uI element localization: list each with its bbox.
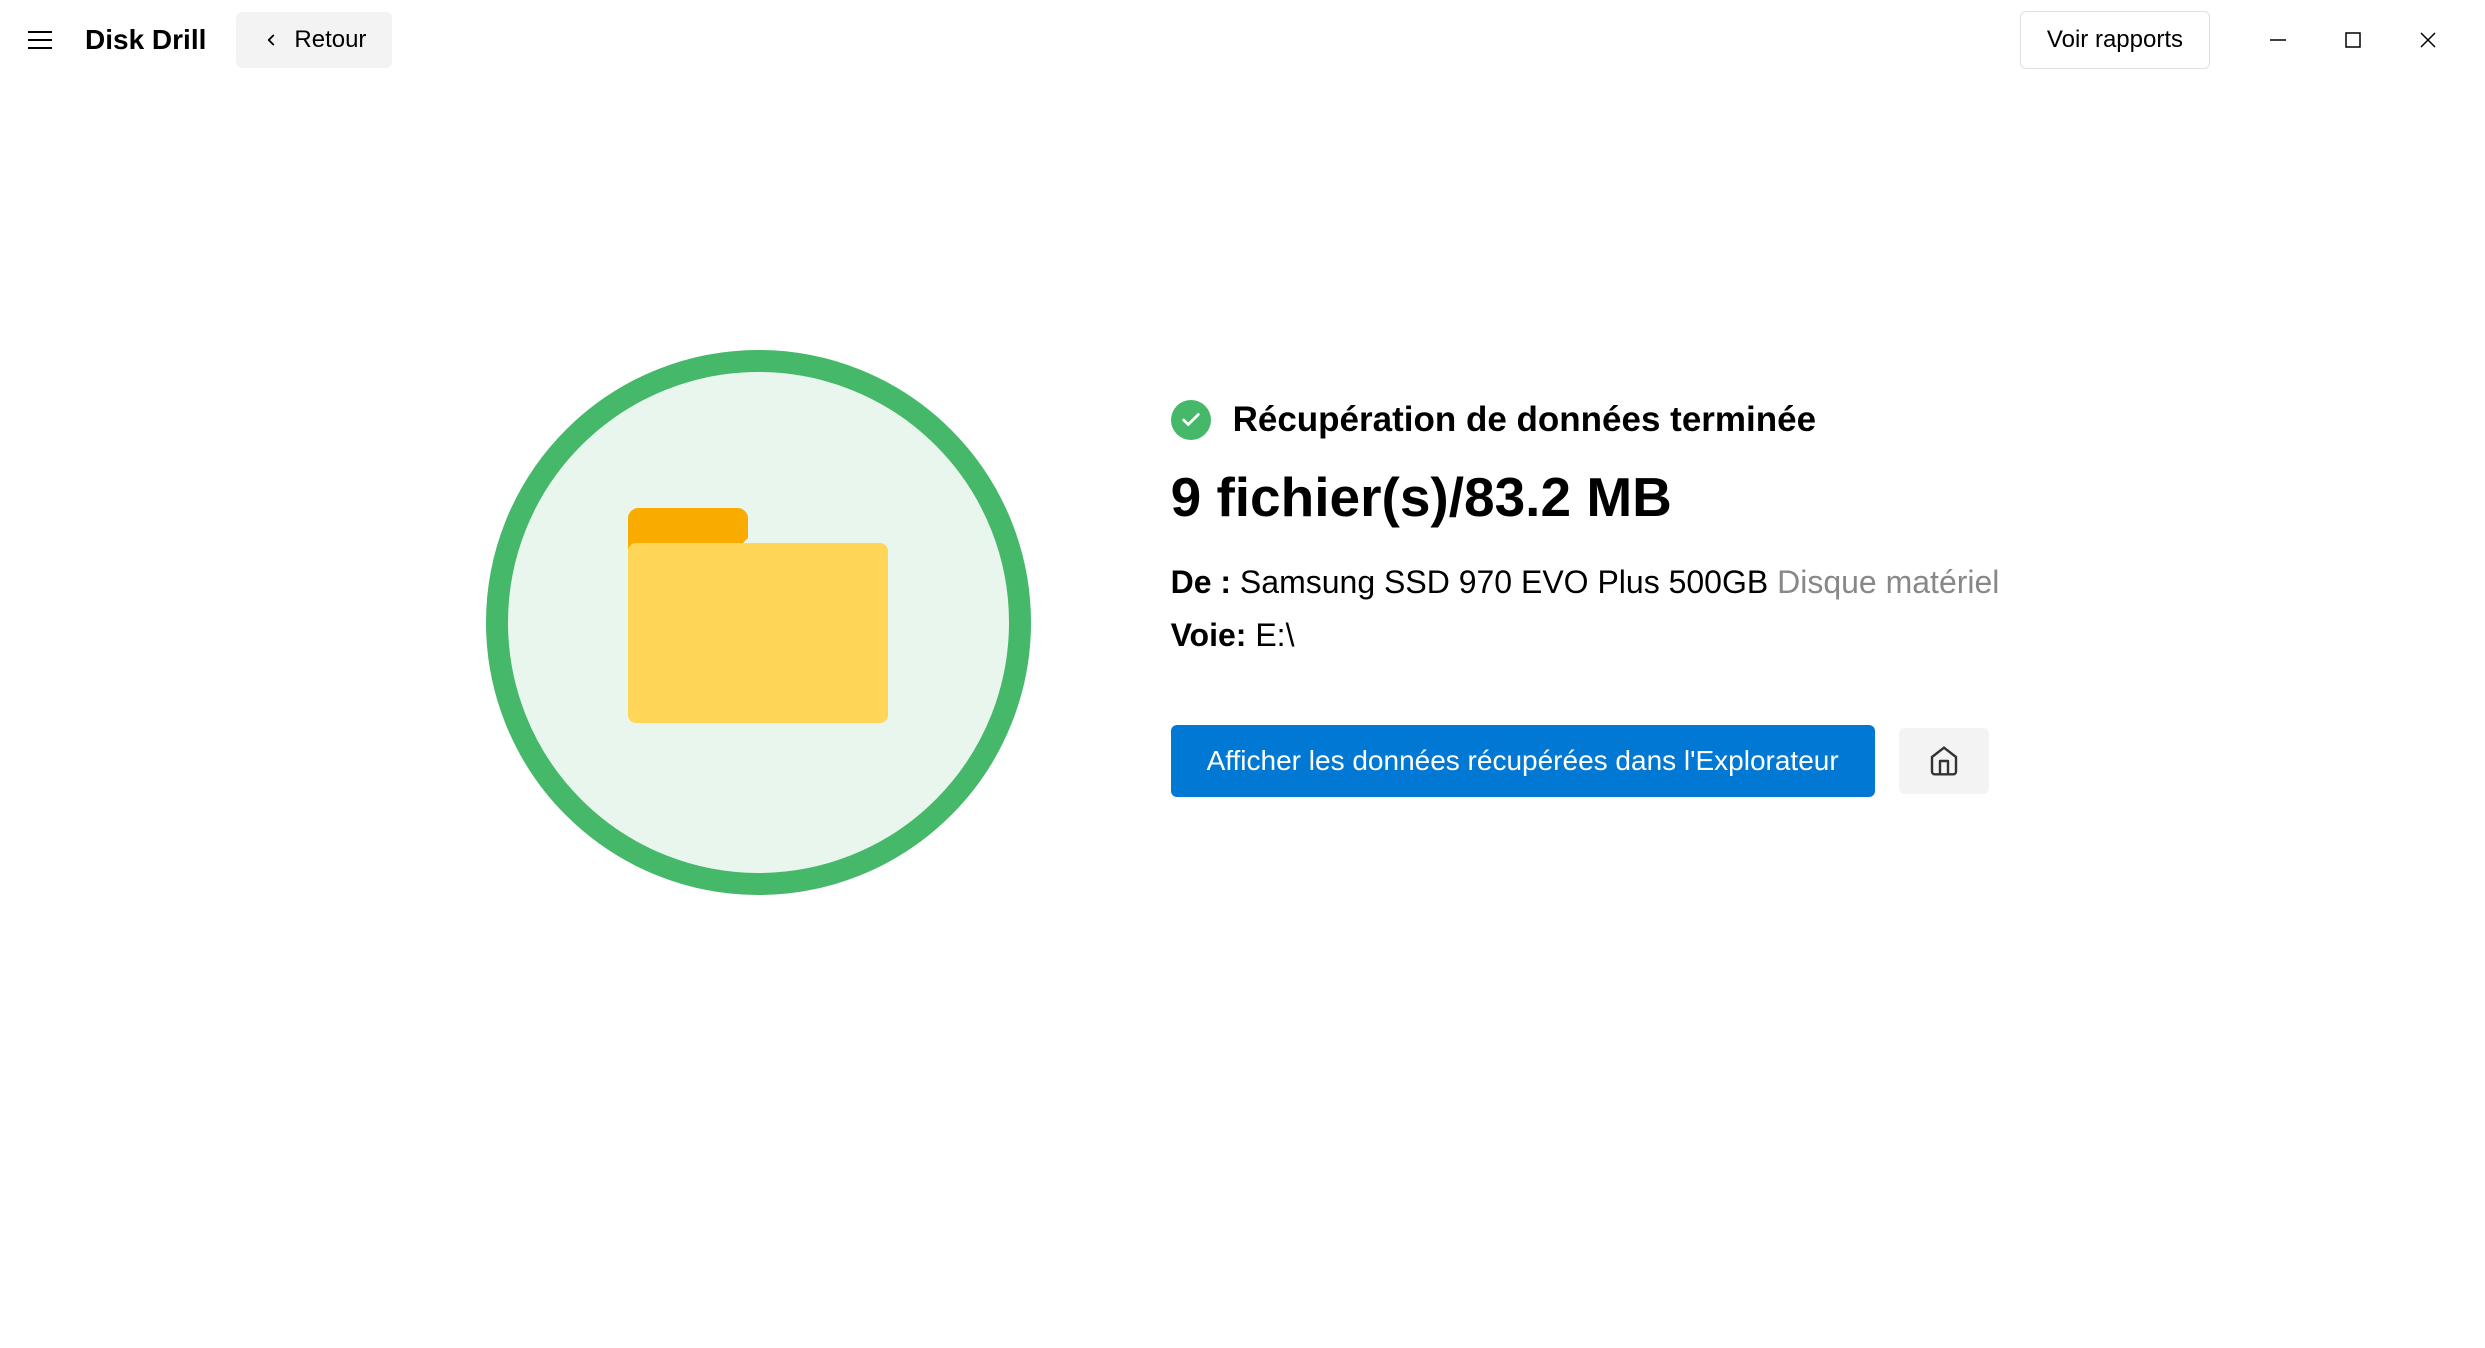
home-button[interactable]: [1899, 728, 1989, 794]
source-type: Disque matériel: [1777, 564, 1999, 600]
source-value: Samsung SSD 970 EVO Plus 500GB: [1240, 564, 1768, 600]
header-right: Voir rapports: [2020, 11, 2465, 69]
close-icon: [2417, 29, 2439, 51]
maximize-button[interactable]: [2315, 13, 2390, 68]
result-headline: 9 fichier(s)/83.2 MB: [1171, 465, 2000, 529]
close-button[interactable]: [2390, 13, 2465, 68]
minimize-icon: [2268, 30, 2288, 50]
source-label: De :: [1171, 564, 1231, 600]
show-in-explorer-button[interactable]: Afficher les données récupérées dans l'E…: [1171, 725, 1875, 797]
chevron-left-icon: [262, 31, 280, 49]
result-graphic: [486, 350, 1031, 895]
maximize-icon: [2343, 30, 2363, 50]
info-section: Récupération de données terminée 9 fichi…: [1171, 350, 2000, 797]
back-button[interactable]: Retour: [236, 12, 392, 68]
path-value: E:\: [1255, 617, 1294, 653]
main-content: Récupération de données terminée 9 fichi…: [0, 80, 2485, 895]
path-label: Voie:: [1171, 617, 1247, 653]
minimize-button[interactable]: [2240, 13, 2315, 68]
success-circle: [486, 350, 1031, 895]
status-row: Récupération de données terminée: [1171, 400, 2000, 440]
success-check-icon: [1171, 400, 1211, 440]
path-line: Voie: E:\: [1171, 617, 2000, 654]
action-row: Afficher les données récupérées dans l'E…: [1171, 725, 2000, 797]
home-icon: [1928, 745, 1960, 777]
status-text: Récupération de données terminée: [1233, 400, 1816, 440]
hamburger-menu-icon[interactable]: [20, 20, 60, 60]
back-label: Retour: [294, 26, 366, 54]
app-header: Disk Drill Retour Voir rapports: [0, 0, 2485, 80]
source-line: De : Samsung SSD 970 EVO Plus 500GB Disq…: [1171, 564, 2000, 601]
app-title: Disk Drill: [85, 24, 206, 56]
view-reports-button[interactable]: Voir rapports: [2020, 11, 2210, 69]
folder-icon: [618, 508, 898, 738]
